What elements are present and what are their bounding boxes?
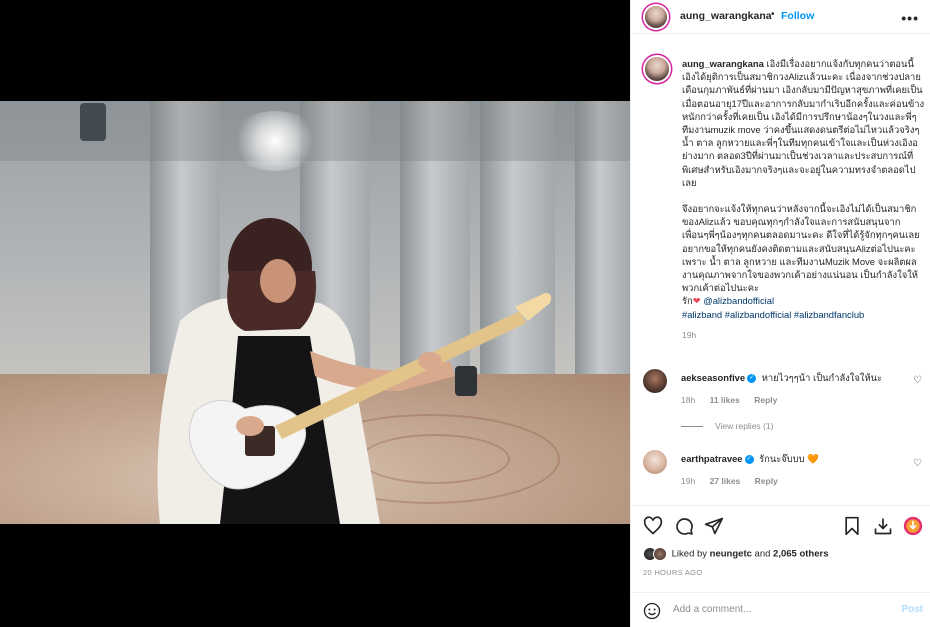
orange-heart-icon: 🧡 — [807, 453, 819, 464]
liker-username[interactable]: neungetc — [710, 549, 752, 560]
comment-text: รักนะจ๊บบบ — [759, 453, 805, 464]
author-username[interactable]: aung_warangkana — [680, 10, 772, 22]
caption-avatar[interactable] — [645, 57, 669, 81]
comment-meta: 19h 27 likes Reply — [681, 476, 790, 486]
action-bar — [631, 505, 930, 543]
comment-like-heart-icon[interactable]: ♡ — [913, 458, 922, 469]
comment-item: earthpatravee ✓ รักนะจ๊บบบ 🧡 ♡ 19h 27 lik… — [643, 450, 928, 490]
reply-button[interactable]: Reply — [754, 395, 777, 405]
post-photo[interactable] — [0, 101, 630, 524]
likes-summary: Liked by neungetc and 2,065 others — [643, 547, 829, 561]
red-heart-icon: ❤ — [692, 295, 701, 307]
post-time-ago[interactable]: 20 HOURS AGO — [643, 568, 702, 577]
post-header: aung_warangkana • Follow ••• — [631, 0, 930, 34]
post-side-panel: aung_warangkana • Follow ••• aung_warang… — [630, 0, 930, 627]
view-replies-button[interactable]: View replies (1) — [681, 421, 773, 431]
verified-badge-icon: ✓ — [747, 374, 757, 384]
hashtags[interactable]: #alizband #alizbandofficial #alizbandfan… — [682, 309, 864, 320]
comment-text-line: aekseasonfive ✓ หายไวๆๆน้า เป็นกำลังใจให้… — [681, 371, 911, 386]
spotlight — [80, 103, 106, 141]
likes-and: and — [754, 548, 771, 560]
caption-username[interactable]: aung_warangkana — [682, 58, 764, 69]
follow-button[interactable]: Follow — [781, 10, 814, 22]
share-send-icon[interactable] — [704, 516, 724, 536]
commenter-avatar[interactable] — [643, 450, 667, 474]
author-avatar[interactable] — [645, 6, 667, 28]
post-comment-button[interactable]: Post — [901, 604, 923, 615]
more-dots-icon[interactable]: ••• — [901, 10, 919, 26]
comment-like-heart-icon[interactable]: ♡ — [913, 375, 922, 386]
header-separator: • — [771, 9, 775, 20]
add-comment-bar: Add a comment... Post — [631, 592, 930, 627]
post-media — [0, 0, 630, 627]
mention-link[interactable]: @alizbandofficial — [703, 295, 774, 306]
caption-time[interactable]: 19h — [682, 330, 696, 340]
liker-avatars — [643, 547, 669, 561]
bookmark-save-icon[interactable] — [842, 516, 862, 536]
comment-text: หายไวๆๆน้า เป็นกำลังใจให้นะ — [761, 372, 883, 383]
bassist-figure — [157, 218, 552, 524]
emoji-smile-icon[interactable] — [643, 602, 661, 620]
extension-download-badge-icon[interactable] — [903, 516, 923, 536]
comment-text-line: earthpatravee ✓ รักนะจ๊บบบ 🧡 — [681, 452, 911, 467]
add-comment-input[interactable]: Add a comment... — [673, 604, 751, 615]
post-caption: aung_warangkana เอิงมีเรื่องอยากแจ้งกับท… — [682, 57, 926, 342]
like-heart-icon[interactable] — [643, 516, 663, 536]
caption-paragraph-2: จึงอยากจะแจ้งให้ทุกคนว่าหลังจากนี้จะเอิง… — [682, 203, 923, 294]
comment-likes[interactable]: 11 likes — [710, 395, 740, 405]
comment-item: aekseasonfive ✓ หายไวๆๆน้า เป็นกำลังใจให้… — [643, 369, 928, 431]
commenter-avatar[interactable] — [643, 369, 667, 393]
stage-light — [230, 111, 320, 171]
comment-likes[interactable]: 27 likes — [710, 476, 741, 486]
commenter-username[interactable]: earthpatravee — [681, 453, 743, 464]
likes-prefix: Liked by — [671, 548, 708, 560]
commenter-username[interactable]: aekseasonfive — [681, 372, 745, 383]
caption-paragraph-1: เอิงมีเรื่องอยากแจ้งกับทุกคนว่าตอนนี้เอิ… — [682, 58, 925, 188]
verified-badge-icon: ✓ — [744, 455, 754, 465]
reply-button[interactable]: Reply — [755, 476, 778, 486]
download-icon[interactable] — [873, 516, 893, 536]
comment-bubble-icon[interactable] — [674, 516, 694, 536]
comment-time[interactable]: 18h — [681, 395, 695, 405]
comment-time[interactable]: 19h — [681, 476, 695, 486]
likes-others-link[interactable]: 2,065 others — [773, 549, 828, 560]
caption-love-text: รัก — [682, 295, 693, 307]
comment-meta: 18h 11 likes Reply — [681, 395, 789, 405]
